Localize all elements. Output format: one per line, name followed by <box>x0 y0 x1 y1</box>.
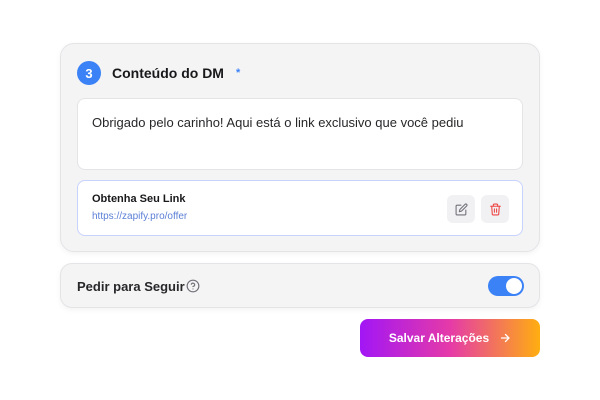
section-header: 3 Conteúdo do DM * <box>77 61 240 85</box>
delete-link-button[interactable] <box>481 195 509 223</box>
dm-message-textarea[interactable]: Obrigado pelo carinho! Aqui está o link … <box>77 98 523 170</box>
link-title: Obtenha Seu Link <box>92 193 186 205</box>
page: 3 Conteúdo do DM * Obrigado pelo carinho… <box>0 0 600 400</box>
edit-icon <box>455 202 468 215</box>
link-url[interactable]: https://zapify.pro/offer <box>92 211 187 222</box>
arrow-right-icon <box>499 332 511 344</box>
ask-to-follow-label: Pedir para Seguir <box>77 279 185 294</box>
step-number-badge: 3 <box>77 61 101 85</box>
save-button-label: Salvar Alterações <box>388 331 490 345</box>
edit-link-button[interactable] <box>447 195 475 223</box>
toggle-knob <box>506 278 522 294</box>
link-card: Obtenha Seu Link https://zapify.pro/offe… <box>77 180 523 236</box>
required-marker: * <box>235 67 241 79</box>
ask-to-follow-toggle[interactable] <box>488 276 524 296</box>
section-title: Conteúdo do DM <box>112 65 224 81</box>
ask-to-follow-card: Pedir para Seguir <box>60 263 540 308</box>
trash-icon <box>489 203 501 215</box>
help-icon[interactable] <box>186 279 200 293</box>
dm-content-card: 3 Conteúdo do DM * Obrigado pelo carinho… <box>60 43 540 252</box>
save-changes-button[interactable]: Salvar Alterações <box>360 319 540 357</box>
